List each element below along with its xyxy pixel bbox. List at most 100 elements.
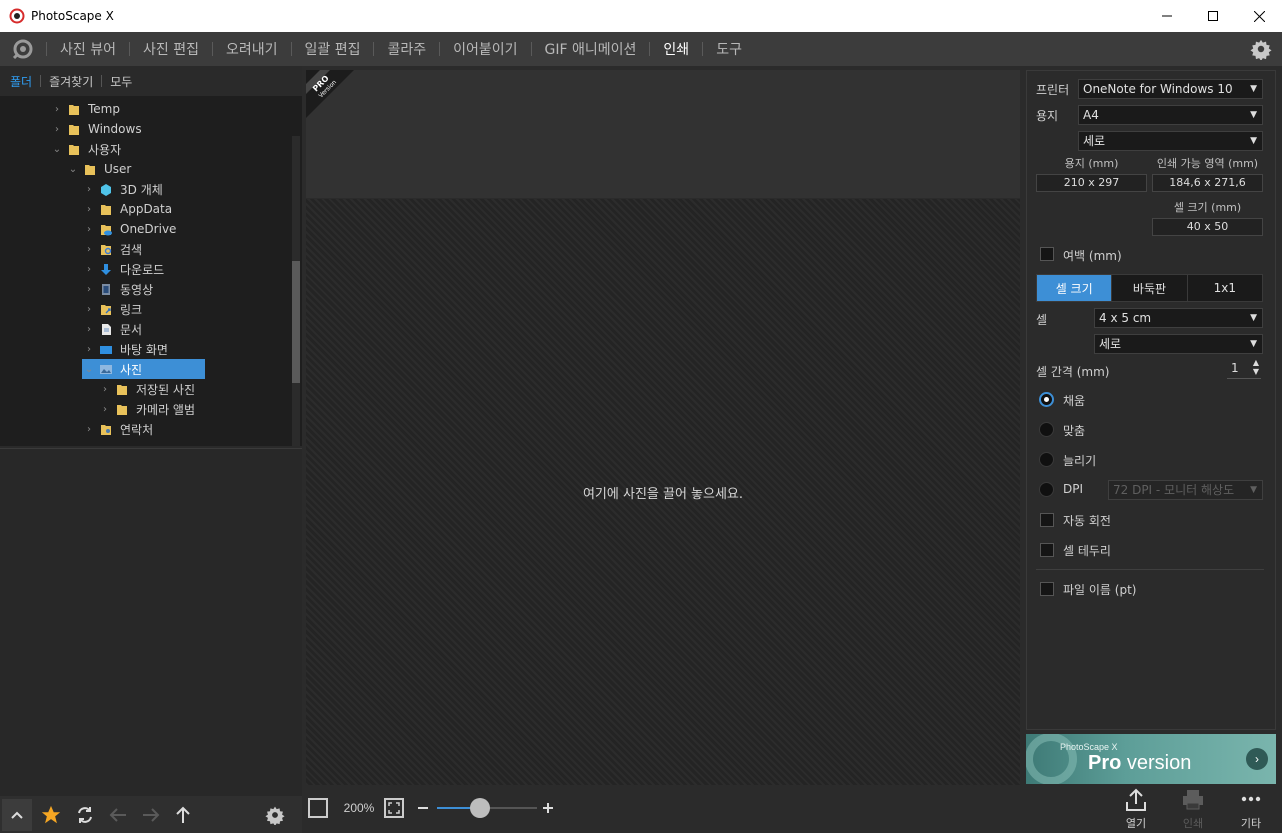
mode-cell-size[interactable]: 셀 크기 — [1037, 275, 1113, 301]
tree-item-downloads[interactable]: › 다운로드 — [82, 259, 164, 279]
chevron-right-icon[interactable]: › — [50, 124, 64, 135]
tree-item-camera-roll[interactable]: › 카메라 앨범 — [98, 399, 195, 419]
tree-scrollbar-thumb[interactable] — [292, 261, 300, 383]
chevron-right-icon[interactable]: › — [82, 424, 96, 435]
cell-select[interactable]: 4 x 5 cm ▼ — [1094, 308, 1263, 328]
tab-all[interactable]: 모두 — [110, 73, 132, 90]
tree-item-pictures[interactable]: ⌄ 사진 — [82, 359, 205, 379]
menu-viewer[interactable]: 사진 뷰어 — [47, 39, 129, 59]
tree-scrollbar[interactable] — [292, 136, 300, 446]
tab-favorites[interactable]: 즐겨찾기 — [49, 73, 93, 90]
tree-item-user[interactable]: ⌄ User — [66, 159, 132, 179]
home-button[interactable] — [0, 32, 46, 66]
chevron-right-icon[interactable]: › — [82, 244, 96, 255]
tree-item-links[interactable]: › 링크 — [82, 299, 142, 319]
close-button[interactable] — [1236, 0, 1282, 32]
fit-radio[interactable] — [1039, 422, 1054, 437]
zoom-slider-handle[interactable] — [470, 798, 490, 818]
chevron-right-icon[interactable]: › — [82, 204, 96, 215]
chevron-down-icon[interactable]: ⌄ — [82, 364, 96, 375]
dpi-label: DPI — [1063, 482, 1084, 496]
tree-item-desktop[interactable]: › 바탕 화면 — [82, 339, 168, 359]
menu-print[interactable]: 인쇄 — [650, 39, 702, 59]
tree-item-users[interactable]: ⌄ 사용자 — [50, 139, 121, 159]
cell-gap-spinner[interactable]: 1 ▲ ▼ — [1227, 358, 1261, 379]
cell-orientation-select[interactable]: 세로 ▼ — [1094, 334, 1263, 354]
fill-radio[interactable] — [1039, 392, 1054, 407]
printer-select[interactable]: OneNote for Windows 10 ▼ — [1078, 79, 1263, 99]
open-button[interactable]: 열기 — [1116, 788, 1156, 830]
menu-collage[interactable]: 콜라주 — [374, 39, 439, 59]
pro-version-banner[interactable]: PhotoScape X Pro version › — [1026, 734, 1276, 784]
print-button[interactable]: 인쇄 — [1173, 788, 1213, 830]
actual-size-button[interactable] — [307, 797, 329, 819]
tree-item-label: 사진 — [120, 362, 143, 377]
chevron-right-icon[interactable]: › — [98, 404, 112, 415]
plus-icon — [543, 803, 553, 813]
zoom-in-button[interactable] — [541, 800, 555, 816]
dropdown-arrow-icon: ▼ — [1250, 110, 1257, 120]
chevron-right-icon[interactable]: › — [82, 344, 96, 355]
browser-panel: 폴더 즐겨찾기 모두 › Temp › Windows ⌄ 사용자 ⌄ User… — [0, 66, 302, 796]
browser-settings-button[interactable] — [262, 802, 288, 828]
paper-select[interactable]: A4 ▼ — [1078, 105, 1263, 125]
spin-up-icon[interactable]: ▲ — [1253, 358, 1259, 367]
parent-folder-button[interactable] — [170, 802, 196, 828]
auto-rotate-checkbox[interactable] — [1040, 513, 1054, 527]
cell-border-checkbox[interactable] — [1040, 543, 1054, 557]
paper-size-value: 210 x 297 — [1036, 174, 1147, 192]
tree-item-saved-pictures[interactable]: › 저장된 사진 — [98, 379, 195, 399]
margin-checkbox[interactable] — [1040, 247, 1054, 261]
menu-gif[interactable]: GIF 애니메이션 — [532, 39, 650, 59]
tree-item-windows[interactable]: › Windows — [50, 119, 142, 139]
chevron-right-circle-icon[interactable]: › — [1246, 748, 1268, 770]
mode-tile[interactable]: 바둑판 — [1112, 275, 1188, 301]
tree-item-documents[interactable]: › 문서 — [82, 319, 142, 339]
chevron-down-icon[interactable]: ⌄ — [66, 164, 80, 175]
arrow-left-icon — [109, 808, 126, 822]
menu-combine[interactable]: 이어붙이기 — [440, 39, 530, 59]
favorite-button[interactable] — [38, 802, 64, 828]
spin-down-icon[interactable]: ▼ — [1253, 367, 1259, 376]
menu-batch[interactable]: 일괄 편집 — [292, 39, 374, 59]
fit-screen-button[interactable] — [383, 797, 405, 819]
dpi-radio[interactable] — [1039, 482, 1054, 497]
chevron-right-icon[interactable]: › — [82, 224, 96, 235]
back-button[interactable] — [105, 802, 131, 828]
chevron-right-icon[interactable]: › — [98, 384, 112, 395]
menu-editor[interactable]: 사진 편집 — [130, 39, 212, 59]
tree-item-search[interactable]: › 검색 — [82, 239, 142, 259]
tab-folders[interactable]: 폴더 — [10, 73, 32, 90]
chevron-right-icon[interactable]: › — [50, 104, 64, 115]
forward-button[interactable] — [138, 802, 164, 828]
zoom-out-button[interactable] — [416, 800, 430, 816]
maximize-button[interactable] — [1190, 0, 1236, 32]
print-drop-area[interactable]: 여기에 사진을 끌어 놓으세요. — [306, 199, 1020, 785]
stretch-radio[interactable] — [1039, 452, 1054, 467]
window-controls — [1144, 0, 1282, 32]
chevron-right-icon[interactable]: › — [82, 184, 96, 195]
tree-item-appdata[interactable]: › AppData — [82, 199, 172, 219]
tree-item-contacts[interactable]: › 연락처 — [82, 419, 153, 439]
refresh-icon — [78, 807, 92, 823]
chevron-down-icon[interactable]: ⌄ — [50, 144, 64, 155]
filename-checkbox[interactable] — [1040, 582, 1054, 596]
expand-up-button[interactable] — [2, 799, 32, 831]
chevron-right-icon[interactable]: › — [82, 284, 96, 295]
settings-gear-icon[interactable] — [1250, 38, 1272, 60]
tree-item-temp[interactable]: › Temp — [50, 99, 120, 119]
tree-item-videos[interactable]: › 동영상 — [82, 279, 153, 299]
tree-item-onedrive[interactable]: › OneDrive — [82, 219, 176, 239]
mode-1x1[interactable]: 1x1 — [1187, 275, 1262, 301]
dropdown-arrow-icon: ▼ — [1250, 485, 1257, 495]
chevron-right-icon[interactable]: › — [82, 324, 96, 335]
minimize-button[interactable] — [1144, 0, 1190, 32]
tree-item-3d-objects[interactable]: › 3D 개체 — [82, 179, 163, 199]
more-button[interactable]: 기타 — [1231, 788, 1271, 830]
chevron-right-icon[interactable]: › — [82, 304, 96, 315]
menu-tools[interactable]: 도구 — [703, 39, 755, 59]
menu-cut-out[interactable]: 오려내기 — [213, 39, 291, 59]
orientation-select[interactable]: 세로 ▼ — [1078, 131, 1263, 151]
refresh-button[interactable] — [72, 802, 98, 828]
chevron-right-icon[interactable]: › — [82, 264, 96, 275]
